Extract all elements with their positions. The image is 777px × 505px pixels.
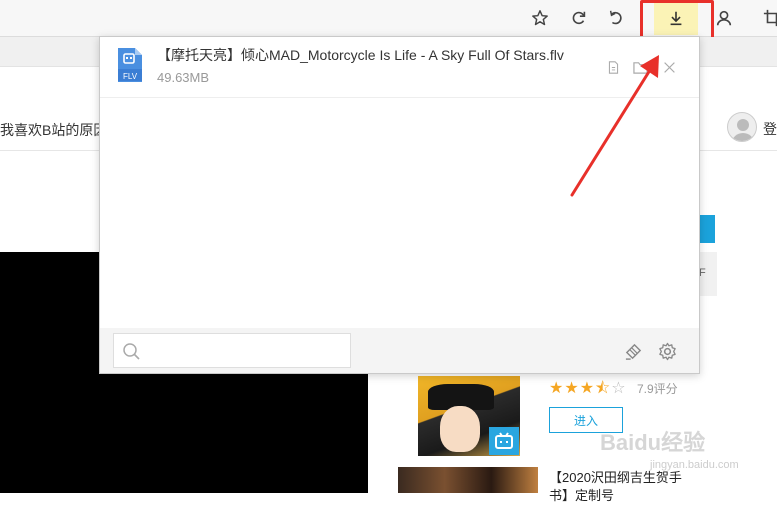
- open-folder-icon[interactable]: [632, 59, 648, 75]
- baidu-watermark-url: jingyan.baidu.com: [650, 459, 739, 471]
- second-thumbnail[interactable]: [398, 467, 538, 493]
- flv-file-icon: FLV: [117, 47, 143, 83]
- downloads-panel: FLV 【摩托天亮】倾心MAD_Motorcycle Is Life - A S…: [99, 36, 700, 374]
- remove-item-icon[interactable]: [661, 59, 677, 75]
- stars-on: ★★★: [549, 380, 596, 397]
- star-icon[interactable]: [525, 3, 555, 33]
- side-card-text: F: [699, 267, 706, 279]
- login-link[interactable]: 登: [763, 119, 777, 139]
- refresh-icon[interactable]: [564, 3, 594, 33]
- user-icon[interactable]: [709, 3, 739, 33]
- thumbnail-face-shape: [440, 406, 480, 452]
- side-blue-button[interactable]: [700, 215, 715, 243]
- nav-search-text[interactable]: 我喜欢B站的原因: [0, 120, 107, 140]
- browser-toolbar: [0, 0, 777, 37]
- undo-icon[interactable]: [601, 3, 631, 33]
- bilibili-tv-icon: [489, 427, 519, 455]
- rating-score: 7.9评分: [637, 382, 678, 396]
- download-icon[interactable]: [654, 1, 698, 35]
- download-settings-icon[interactable]: [657, 341, 677, 361]
- download-search-box[interactable]: [113, 333, 351, 368]
- download-file-name[interactable]: 【摩托天亮】倾心MAD_Motorcycle Is Life - A Sky F…: [157, 45, 564, 65]
- download-file-size: 49.63MB: [157, 70, 210, 85]
- search-icon: [123, 343, 140, 360]
- baidu-watermark: Baidu经验: [600, 430, 706, 455]
- star-off: ☆: [611, 380, 627, 397]
- second-item-title[interactable]: 【2020沢田纲吉生贺手书】定制号: [549, 469, 699, 505]
- file-type-label: FLV: [123, 72, 138, 81]
- star-half: ⯪: [595, 380, 612, 397]
- crop-icon[interactable]: [757, 3, 777, 33]
- avatar[interactable]: [727, 112, 757, 142]
- download-item[interactable]: FLV 【摩托天亮】倾心MAD_Motorcycle Is Life - A S…: [100, 37, 699, 98]
- open-file-icon[interactable]: [605, 59, 621, 75]
- downloads-footer: [100, 328, 699, 373]
- rating-stars: ★★★⯪☆: [549, 377, 627, 404]
- download-search-input[interactable]: [146, 339, 350, 365]
- clear-downloads-icon[interactable]: [623, 341, 643, 361]
